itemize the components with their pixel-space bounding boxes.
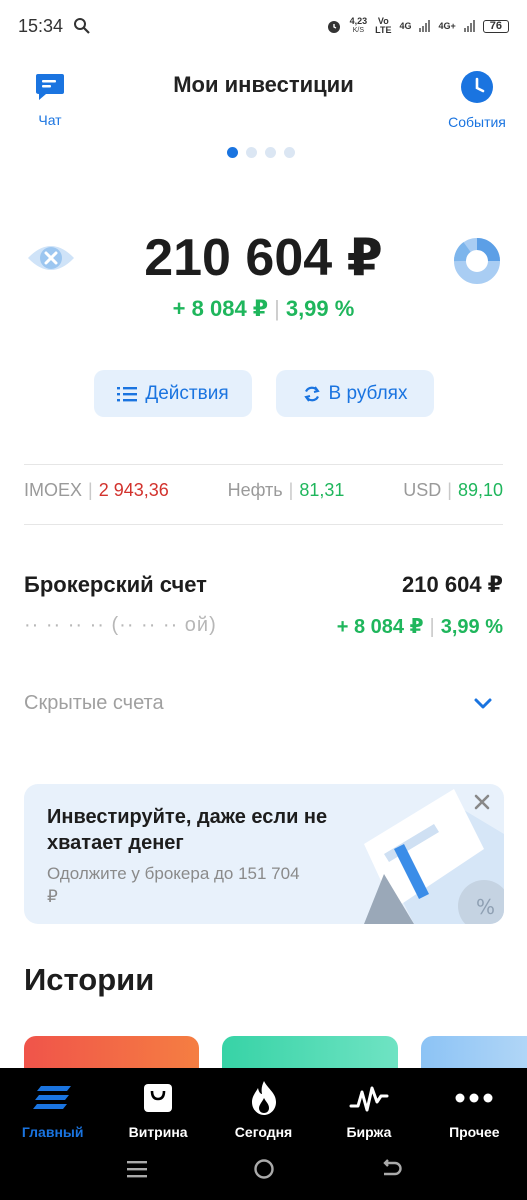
search-icon (74, 18, 90, 34)
network-type-1: 4G (399, 20, 412, 31)
more-dots-icon (455, 1093, 493, 1103)
divider (24, 464, 503, 465)
page-dot (265, 147, 276, 158)
page-dot-active (227, 147, 238, 158)
market-tickers: IMOEX | 2 943,36 Нефть | 81,31 USD | 89,10 (24, 480, 503, 501)
portfolio-change: + 8 084 ₽ | 3,99 % (172, 296, 355, 321)
tab-showcase[interactable]: Витрина (105, 1068, 210, 1148)
system-nav-bar (0, 1158, 527, 1180)
shopping-bag-icon (144, 1084, 173, 1112)
chat-label: Чат (38, 112, 62, 128)
currency-toggle-button[interactable]: В рублях (276, 370, 434, 417)
page-dot (246, 147, 257, 158)
actions-label: Действия (145, 382, 229, 404)
app-header: Чат Мои инвестиции События (0, 60, 527, 140)
currency-label: В рублях (328, 382, 408, 404)
svg-text:%: % (476, 895, 495, 919)
signal-icon (419, 20, 431, 32)
events-label: События (448, 114, 506, 130)
network-speed: 4,23 K/S (349, 16, 368, 35)
tab-today-label: Сегодня (234, 1124, 293, 1140)
account-total: 210 604 ₽ (402, 572, 503, 597)
network-type-2: 4G+ (438, 20, 456, 31)
status-time: 15:34 (18, 15, 64, 36)
clock-icon (461, 71, 493, 103)
divider (24, 524, 503, 525)
ticker-imoex[interactable]: IMOEX | 2 943,36 (24, 480, 169, 501)
page-dot (284, 147, 295, 158)
home-stack-icon (32, 1086, 71, 1109)
ticker-usd[interactable]: USD | 89,10 (403, 480, 503, 501)
volte-indicator: Vo LTE (375, 16, 392, 35)
hidden-accounts-label: Скрытые счета (24, 692, 164, 714)
tab-more[interactable]: Прочее (422, 1068, 527, 1148)
portfolio-change-abs: + 8 084 ₽ (172, 296, 269, 321)
alarm-icon (327, 21, 340, 33)
action-buttons: Действия В рублях (94, 370, 434, 417)
back-icon[interactable] (380, 1158, 402, 1180)
tab-showcase-label: Витрина (128, 1124, 188, 1140)
actions-button[interactable]: Действия (94, 370, 252, 417)
promo-title: Инвестируйте, даже если не хватает денег (47, 806, 328, 854)
stories-heading: Истории (24, 962, 155, 997)
bottom-tabbar: Главный Витрина Сегодня Биржа Прочее (0, 1068, 527, 1200)
status-bar: 15:34 4,23 K/S Vo LTE 4G 4G+ 76 (0, 0, 527, 52)
chevron-down-icon (474, 698, 492, 708)
donut-chart-icon (454, 238, 500, 284)
events-button[interactable]: События (445, 70, 509, 130)
close-icon[interactable] (474, 794, 490, 810)
portfolio-summary: 210 604 ₽ + 8 084 ₽ | 3,99 % (0, 222, 527, 332)
battery-icon: 76 (482, 19, 509, 33)
pulse-chart-icon (349, 1086, 389, 1112)
page-indicator (227, 147, 295, 158)
account-subtitle: ·· ·· ·· ·· (·· ·· ·· ой) (24, 614, 217, 636)
signal-icon-2 (463, 20, 475, 32)
flame-icon (251, 1081, 276, 1115)
promo-banner[interactable]: % Инвестируйте, даже если не хватает ден… (24, 784, 504, 924)
tab-exchange-label: Биржа (346, 1124, 392, 1140)
portfolio-change-pct: 3,99 % (285, 296, 355, 321)
tab-exchange[interactable]: Биржа (316, 1068, 421, 1148)
account-name: Брокерский счет (24, 572, 207, 597)
tab-home[interactable]: Главный (0, 1068, 105, 1148)
tab-today[interactable]: Сегодня (211, 1068, 316, 1148)
refresh-icon (303, 385, 320, 402)
home-icon[interactable] (253, 1158, 275, 1180)
tab-more-label: Прочее (449, 1124, 500, 1140)
broker-account-card[interactable]: Брокерский счет 210 604 ₽ ·· ·· ·· ·· (·… (24, 572, 503, 639)
portfolio-structure-button[interactable] (453, 237, 501, 290)
list-icon (117, 386, 138, 401)
promo-text: Одолжите у брокера до 151 704 ₽ (47, 864, 300, 906)
menu-icon[interactable] (126, 1159, 148, 1179)
portfolio-total: 210 604 ₽ (144, 229, 383, 287)
ticker-oil[interactable]: Нефть | 81,31 (228, 480, 345, 501)
account-change: + 8 084 ₽ | 3,99 % (336, 616, 503, 638)
hidden-accounts-toggle[interactable]: Скрытые счета (24, 692, 503, 715)
tab-home-label: Главный (21, 1124, 84, 1140)
